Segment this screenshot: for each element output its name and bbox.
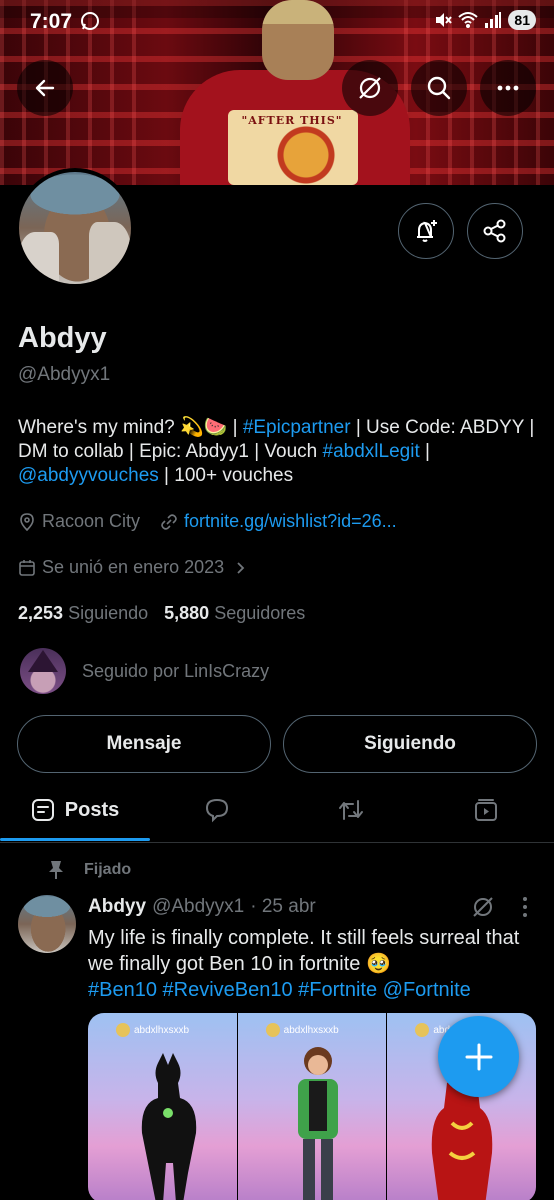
avatar-fur-left: [19, 232, 59, 284]
mute-icon: [436, 13, 453, 27]
media-image[interactable]: abdxlhxsxxb: [237, 1013, 388, 1200]
following-button[interactable]: Siguiendo: [283, 715, 537, 773]
media-user-tag: abdxlhxsxxb: [265, 1023, 339, 1037]
grok-icon[interactable]: [470, 894, 496, 920]
status-time: 7:07: [30, 10, 73, 33]
share-icon: [483, 219, 506, 243]
wifi-icon: [458, 12, 479, 28]
followed-by-row[interactable]: Seguido por LinIsCrazy: [20, 648, 269, 694]
link-icon: [161, 513, 177, 530]
followed-by-text: Seguido por LinIsCrazy: [82, 660, 270, 681]
profile-name: Abdyy: [18, 322, 107, 354]
compose-button[interactable]: [438, 1016, 519, 1097]
reply-icon: [205, 798, 229, 823]
banner-shirt-text: "AFTER THIS": [241, 114, 343, 127]
bio-hashtag-link[interactable]: #Epicpartner: [243, 417, 351, 438]
followers-label: Seguidores: [214, 603, 306, 623]
pin-icon: [49, 861, 63, 879]
tweet-avatar[interactable]: [18, 895, 76, 953]
tweet-author-handle[interactable]: @Abdyyx1: [152, 896, 244, 918]
follower-avatar: [20, 648, 66, 694]
profile-joined: Se unió en enero 2023: [42, 557, 225, 577]
status-bar: 7:07 81: [0, 0, 554, 44]
grok-icon: [359, 77, 381, 99]
share-button[interactable]: [467, 203, 523, 259]
calendar-icon: [19, 559, 35, 576]
following-label: Siguiendo: [68, 603, 149, 623]
tweet-header: Abdyy @Abdyyx1 · 25 abr: [88, 896, 316, 918]
back-button[interactable]: [17, 60, 73, 116]
bio-text: | 100+ vouches: [158, 465, 294, 486]
following-count: 2,253: [18, 603, 64, 623]
tab-videos[interactable]: [418, 778, 554, 842]
chevron-right-icon: [237, 561, 245, 574]
video-icon: [475, 799, 497, 821]
following-link[interactable]: 2,253 Siguiendo: [18, 603, 148, 624]
tweet-body: My life is finally complete. It still fe…: [88, 925, 533, 1003]
status-icons: 81: [434, 10, 536, 30]
media-character-figure: [297, 1047, 338, 1200]
profile-tabs: Posts: [0, 778, 554, 842]
more-icon: [497, 85, 519, 91]
bell-plus-icon: [417, 220, 437, 242]
tabs-divider: [0, 842, 554, 843]
tweet-author-name[interactable]: Abdyy: [88, 896, 146, 918]
tab-reposts[interactable]: [284, 778, 418, 842]
profile-bio: Where's my mind? 💫🍉 | #Epicpartner | Use…: [18, 416, 543, 488]
notify-button[interactable]: [398, 203, 454, 259]
tab-active-indicator: [0, 838, 150, 841]
profile-location: Racoon City: [42, 511, 141, 531]
bio-text: |: [419, 441, 430, 462]
avatar-fur-right: [89, 222, 131, 284]
tab-posts[interactable]: Posts: [0, 778, 150, 842]
follow-stats: 2,253 Siguiendo 5,880 Seguidores: [18, 603, 305, 624]
pinned-label: Fijado: [84, 861, 132, 878]
tweet-hashtags[interactable]: #Ben10 #ReviveBen10 #Fortnite @Fortnite: [88, 979, 471, 1001]
media-user-name: abdxlhxsxxb: [134, 1024, 190, 1036]
search-button[interactable]: [411, 60, 467, 116]
media-image[interactable]: abdxlhxsxxb: [88, 1013, 238, 1200]
media-user-name: abdxlhxsxxb: [283, 1024, 339, 1036]
pinned-label-row: Fijado: [48, 860, 131, 880]
tweet-more-icon[interactable]: [518, 896, 532, 918]
profile-avatar[interactable]: [15, 168, 135, 288]
bio-mention-link[interactable]: @abdyyvouches: [18, 465, 159, 486]
message-button[interactable]: Mensaje: [17, 715, 271, 773]
location-pin-icon: [20, 512, 34, 531]
signal-icon: [485, 12, 502, 28]
profile-handle: @Abdyyx1: [18, 364, 111, 385]
tab-replies[interactable]: [150, 778, 284, 842]
tab-posts-label: Posts: [64, 798, 120, 821]
posts-icon: [31, 799, 54, 821]
search-icon: [427, 76, 451, 100]
tweet-text: My life is finally complete. It still fe…: [88, 927, 520, 975]
tweet-date[interactable]: · 25 abr: [250, 896, 315, 918]
bio-hashtag-link[interactable]: #abdxlLegit: [323, 441, 420, 462]
media-user-dot: [265, 1023, 280, 1037]
plus-icon: [465, 1043, 492, 1070]
media-user-dot: [116, 1023, 130, 1037]
follower-avatar-hat: [28, 650, 58, 672]
media-character-figure: [141, 1053, 197, 1200]
back-arrow-icon: [35, 79, 55, 97]
media-user-dot: [415, 1023, 430, 1037]
profile-joined-row[interactable]: Se unió en enero 2023: [18, 557, 248, 578]
battery-level: 81: [508, 10, 536, 30]
bio-text: Where's my mind? 💫🍉 |: [18, 417, 243, 438]
grok-button[interactable]: [342, 60, 398, 116]
repost-icon: [339, 800, 363, 820]
profile-website-link[interactable]: fortnite.gg/wishlist?id=26...: [184, 511, 397, 532]
whatsapp-icon: [81, 12, 99, 30]
profile-meta-row: Racoon City fortnite.gg/wishlist?id=26..…: [18, 511, 397, 532]
more-button[interactable]: [480, 60, 536, 116]
followers-count: 5,880: [164, 603, 210, 623]
media-user-tag: abdxlhxsxxb: [116, 1023, 189, 1037]
followers-link[interactable]: 5,880 Seguidores: [164, 603, 305, 624]
